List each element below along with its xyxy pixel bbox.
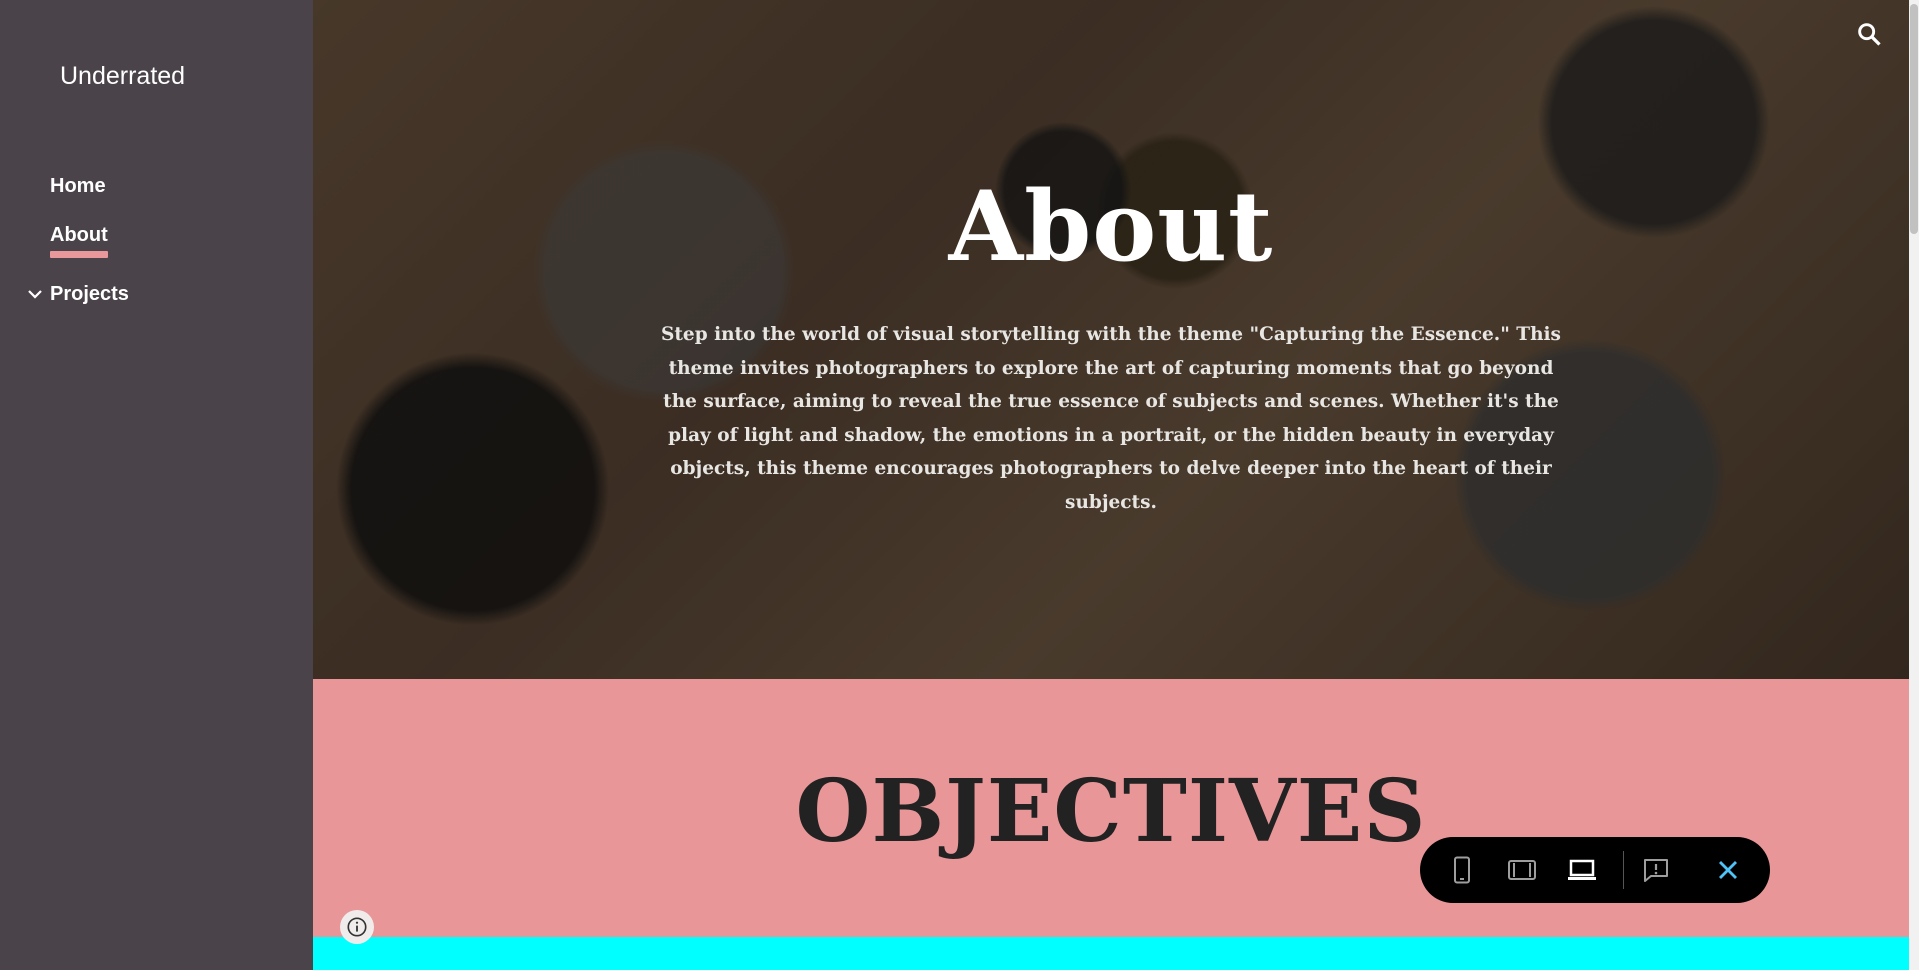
- scroll-thumb[interactable]: [1910, 4, 1918, 234]
- scrollbar[interactable]: [1909, 0, 1919, 970]
- report-abuse-button[interactable]: [1638, 852, 1674, 888]
- site-title[interactable]: Underrated: [60, 62, 185, 91]
- info-icon: [347, 917, 367, 937]
- laptop-preview-button[interactable]: [1564, 852, 1600, 888]
- phone-preview-icon: [1454, 856, 1470, 884]
- phone-preview-button[interactable]: [1444, 852, 1480, 888]
- nav-item-home[interactable]: Home: [50, 175, 106, 198]
- report-abuse-icon: [1644, 859, 1668, 882]
- hero-description: Step into the world of visual storytelli…: [661, 324, 1561, 513]
- tablet-preview-button[interactable]: [1504, 852, 1540, 888]
- laptop-preview-icon: [1568, 859, 1596, 880]
- close-icon: [1719, 861, 1737, 879]
- hero-banner: About Step into the world of visual stor…: [313, 0, 1909, 679]
- toolbar-divider: [1623, 851, 1624, 889]
- nav-item-about[interactable]: About: [50, 224, 108, 258]
- nav-item-projects[interactable]: Projects: [50, 283, 129, 306]
- sidebar: Underrated Home About Projects: [0, 0, 313, 970]
- tablet-preview-icon: [1508, 860, 1536, 880]
- page-title: About: [948, 170, 1274, 283]
- hero-content: About Step into the world of visual stor…: [313, 0, 1909, 679]
- nav-item-about-label: About: [50, 224, 108, 246]
- search-icon[interactable]: [1855, 20, 1883, 48]
- next-section-band: [313, 937, 1909, 970]
- close-preview-button[interactable]: [1710, 852, 1746, 888]
- chevron-down-icon[interactable]: [26, 285, 44, 303]
- preview-toolbar: [1420, 837, 1770, 903]
- active-nav-underline: [50, 251, 108, 258]
- info-button[interactable]: [340, 910, 374, 944]
